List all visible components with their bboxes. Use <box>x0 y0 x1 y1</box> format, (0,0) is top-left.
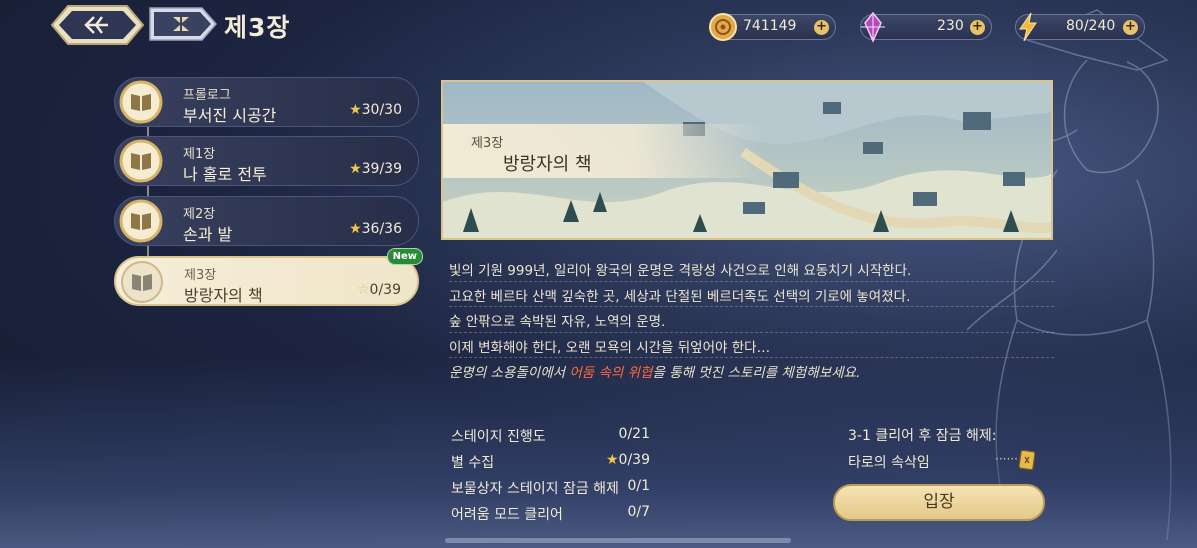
crystal-value: 230 <box>937 18 964 34</box>
gold-resource[interactable]: 741149 + <box>709 13 836 41</box>
unlock-dots: ······ <box>995 452 1018 466</box>
chapter-name: 부서진 시공간 <box>183 106 277 125</box>
chapter-item-2[interactable]: 제2장 손과 발 ★36/36 <box>114 196 419 246</box>
chapter-stars: ★30/30 <box>349 102 402 118</box>
chapter-description: 빛의 기원 999년, 일리아 왕국의 운명은 격랑성 사건으로 인해 요동치기… <box>449 256 1054 384</box>
chapter-subtitle: 제2장 <box>183 207 216 222</box>
description-line: 숲 안팎으로 속박된 자유, 노역의 운명. <box>449 307 1054 333</box>
chapter-name: 나 홀로 전투 <box>183 165 267 184</box>
chapter-item-prologue[interactable]: 프롤로그 부서진 시공간 ★30/30 <box>114 77 419 127</box>
description-line: 빛의 기원 999년, 일리아 왕국의 운명은 격랑성 사건으로 인해 요동치기… <box>449 256 1054 282</box>
stat-label-stage-progress: 스테이지 진행도 <box>451 429 546 445</box>
scroll-indicator[interactable] <box>445 538 791 543</box>
unlock-reward-name: 타로의 속삭임 <box>848 455 930 471</box>
star-icon: ★ <box>349 221 362 237</box>
highlighted-threat: 어둠 속의 위협 <box>569 365 653 381</box>
chapter-subtitle: 제3장 <box>184 268 217 283</box>
book-icon <box>119 80 163 124</box>
stamina-value: 80/240 <box>1066 18 1116 34</box>
crystal-icon <box>861 11 885 43</box>
enter-button[interactable]: 입장 <box>833 484 1045 521</box>
banner-chapter-label: 제3장 <box>471 136 504 151</box>
plus-icon[interactable]: + <box>814 20 829 35</box>
tarot-card-icon[interactable] <box>1019 450 1035 470</box>
chapter-name: 손과 발 <box>183 225 233 244</box>
coin-icon <box>709 13 737 41</box>
stat-value-hard-mode: 0/7 <box>627 504 650 520</box>
star-outline-icon: ☆ <box>356 282 370 298</box>
unlock-condition-title: 3-1 클리어 후 잠금 해제: <box>848 428 997 444</box>
description-line: 이제 변화해야 한다, 오랜 모욕의 시간을 뒤엎어야 한다… <box>449 333 1054 358</box>
plus-icon[interactable]: + <box>1123 20 1138 35</box>
star-icon: ★ <box>349 102 362 118</box>
stat-value-treasure-unlock: 0/1 <box>627 478 650 494</box>
back-button[interactable] <box>50 4 145 46</box>
gold-value: 741149 <box>743 18 797 34</box>
star-icon: ★ <box>349 161 362 177</box>
book-icon <box>119 139 163 183</box>
plus-icon[interactable]: + <box>970 20 985 35</box>
chapter-connector-line <box>147 100 149 280</box>
chapter-banner: 제3장 방랑자의 책 <box>441 80 1053 240</box>
stat-value-stage-progress: 0/21 <box>618 426 650 442</box>
banner-title: 방랑자의 책 <box>503 154 592 175</box>
description-line: 고요한 베르타 산맥 깊숙한 곳, 세상과 단절된 베르더족도 선택의 기로에 … <box>449 282 1054 307</box>
chapter-name: 방랑자의 책 <box>184 286 263 305</box>
stat-label-star-collection: 별 수집 <box>451 455 495 471</box>
stat-label-hard-mode: 어려움 모드 클리어 <box>451 507 563 523</box>
chapter-stars: ★39/39 <box>349 161 402 177</box>
chapter-subtitle: 프롤로그 <box>183 88 231 103</box>
description-hint: 운명의 소용돌이에서 어둠 속의 위협을 통해 멋진 스토리를 체험해보세요. <box>449 365 861 381</box>
chapter-item-3-selected[interactable]: 제3장 방랑자의 책 ☆0/39 New <box>114 248 423 306</box>
stat-value-star-collection: ★0/39 <box>605 452 650 468</box>
chapter-subtitle: 제1장 <box>183 147 216 162</box>
chapter-item-1[interactable]: 제1장 나 홀로 전투 ★39/39 <box>114 136 419 186</box>
book-icon <box>119 199 163 243</box>
book-icon <box>121 261 163 303</box>
crystal-resource[interactable]: 230 + <box>860 11 992 43</box>
chapter-stars: ★36/36 <box>349 221 402 237</box>
lightning-icon <box>1019 12 1037 42</box>
chapter-stars: ☆0/39 <box>356 282 401 298</box>
menu-button[interactable] <box>146 6 218 42</box>
star-icon: ★ <box>605 452 619 468</box>
page-title: 제3장 <box>224 13 291 42</box>
stamina-resource[interactable]: 80/240 + <box>1015 12 1145 42</box>
new-badge: New <box>386 248 423 265</box>
